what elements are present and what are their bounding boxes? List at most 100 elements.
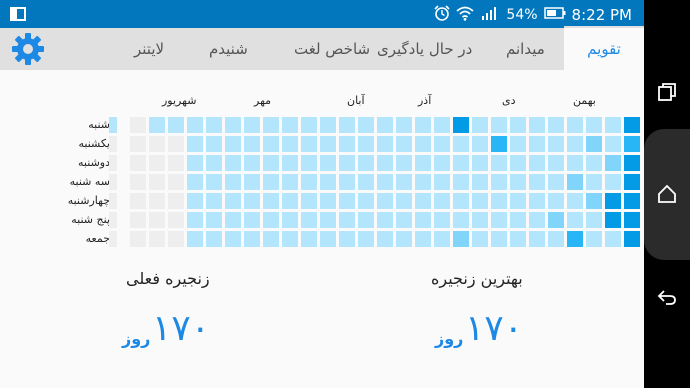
heatmap-cell (187, 174, 203, 190)
heatmap-cell (453, 117, 469, 133)
current-streak-value: ۱۷۰ (152, 308, 211, 349)
heatmap-cell (282, 193, 298, 209)
heatmap-cell (586, 174, 602, 190)
heatmap-cell (263, 136, 279, 152)
heatmap-cell (339, 193, 355, 209)
heatmap-cell (529, 193, 545, 209)
back-icon[interactable] (657, 287, 677, 307)
heatmap-cell (548, 174, 564, 190)
heatmap-cell (415, 136, 431, 152)
heatmap-cell (453, 136, 469, 152)
heatmap-cell (263, 193, 279, 209)
heatmap-cell (567, 117, 583, 133)
best-streak-unit: روز (435, 329, 464, 348)
heatmap-cell (244, 212, 260, 228)
tab-calendar[interactable]: تقویم (564, 26, 644, 70)
tab-know[interactable]: میدانم (506, 28, 545, 70)
heatmap-cell (510, 231, 526, 247)
heatmap-cell (130, 136, 146, 152)
month-label: آذر (418, 94, 432, 107)
heatmap-cell (187, 117, 203, 133)
heatmap-cell (377, 117, 393, 133)
heatmap-cell (282, 231, 298, 247)
day-label: پنج شنبه (71, 213, 110, 226)
tab-learning[interactable]: در حال یادگیری (377, 28, 472, 70)
heatmap-cell (491, 136, 507, 152)
heatmap-cell (472, 117, 488, 133)
wifi-icon (456, 5, 475, 25)
heatmap-cell (567, 212, 583, 228)
heatmap-cell (396, 117, 412, 133)
heatmap-cell (244, 117, 260, 133)
navigation-bar (644, 0, 690, 388)
heatmap-cell (282, 212, 298, 228)
heatmap-cell (301, 231, 317, 247)
heatmap-cell (529, 212, 545, 228)
heatmap-cell (396, 174, 412, 190)
home-icon[interactable] (657, 184, 677, 204)
heatmap-cell (109, 155, 117, 171)
heatmap-cell (567, 136, 583, 152)
heatmap-cell (149, 136, 165, 152)
heatmap-cell (282, 155, 298, 171)
heatmap-cell (472, 193, 488, 209)
heatmap-cell (301, 117, 317, 133)
recents-icon[interactable] (657, 82, 677, 102)
heatmap-cell (187, 231, 203, 247)
heatmap-cell (491, 174, 507, 190)
tab-leitner[interactable]: لایتنر (134, 28, 164, 70)
heatmap-cell (510, 155, 526, 171)
day-label: جمعه (85, 232, 110, 245)
heatmap-cell (605, 231, 621, 247)
heatmap-cell (377, 193, 393, 209)
heatmap-cell (225, 155, 241, 171)
heatmap-cell (244, 136, 260, 152)
heatmap-cell (358, 231, 374, 247)
heatmap-cell (168, 212, 184, 228)
heatmap-cell (605, 136, 621, 152)
heatmap-cell (109, 212, 117, 228)
heatmap-cell (605, 117, 621, 133)
heatmap-cell (434, 155, 450, 171)
heatmap-cell (472, 136, 488, 152)
heatmap-cell (586, 193, 602, 209)
heatmap-cell (244, 174, 260, 190)
tab-word-index[interactable]: شاخص لغت (294, 28, 370, 70)
heatmap-cell (282, 136, 298, 152)
heatmap-cell (434, 212, 450, 228)
day-label: شنبه (88, 118, 110, 131)
heatmap-cell (206, 117, 222, 133)
heatmap-cell (339, 117, 355, 133)
best-streak-label: بهترین زنجیره (431, 269, 523, 288)
heatmap-cell (510, 174, 526, 190)
signal-icon (480, 6, 500, 24)
heatmap-cell (320, 155, 336, 171)
heatmap-cell (130, 212, 146, 228)
heatmap-cell (109, 193, 117, 209)
heatmap-cell (358, 155, 374, 171)
heatmap-cell (282, 117, 298, 133)
heatmap-cell (586, 117, 602, 133)
heatmap-cell (624, 136, 640, 152)
heatmap-cell (187, 136, 203, 152)
heatmap-cell (453, 212, 469, 228)
heatmap-cell (567, 231, 583, 247)
heatmap-cell (605, 193, 621, 209)
heatmap-cell (168, 174, 184, 190)
heatmap-cell (263, 117, 279, 133)
tab-heard[interactable]: شنیدم (209, 28, 248, 70)
heatmap-cell (301, 155, 317, 171)
heatmap-cell (168, 136, 184, 152)
best-streak-value: ۱۷۰ (465, 308, 524, 349)
heatmap-cell (415, 212, 431, 228)
heatmap-cell (491, 231, 507, 247)
gear-icon[interactable] (10, 31, 46, 67)
heatmap-cell (605, 212, 621, 228)
heatmap-cell (624, 174, 640, 190)
month-label: بهمن (573, 94, 596, 107)
heatmap-cell (567, 174, 583, 190)
heatmap-cell (301, 193, 317, 209)
heatmap-cell (510, 117, 526, 133)
heatmap-cell (130, 155, 146, 171)
heatmap-cell (529, 155, 545, 171)
